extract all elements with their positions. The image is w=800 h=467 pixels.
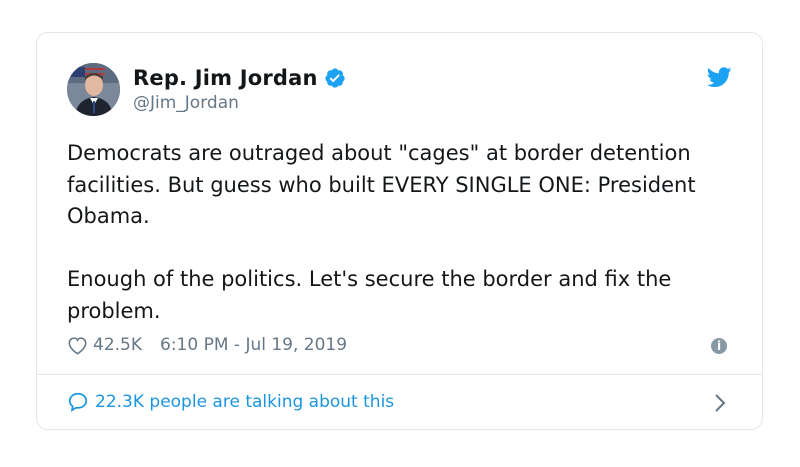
author-name-row: Rep. Jim Jordan <box>133 66 346 90</box>
avatar[interactable] <box>67 63 120 116</box>
talking-count-label[interactable]: 22.3K people are talking about this <box>95 392 394 412</box>
tweet-text: Democrats are outraged about "cages" at … <box>67 141 696 323</box>
author-display-name[interactable]: Rep. Jim Jordan <box>133 66 318 90</box>
verified-badge-icon <box>324 67 346 89</box>
divider <box>37 374 762 375</box>
chevron-right-icon[interactable] <box>714 393 726 413</box>
twitter-bird-icon[interactable] <box>707 67 732 88</box>
tweet-card: Rep. Jim Jordan @Jim_Jordan Democrats ar… <box>36 32 763 430</box>
like-count[interactable]: 42.5K <box>93 335 142 355</box>
conversation-link[interactable]: 22.3K people are talking about this <box>67 391 394 413</box>
speech-bubble-icon <box>68 392 88 413</box>
heart-icon[interactable] <box>67 336 88 355</box>
info-icon[interactable]: i <box>711 338 727 354</box>
tweet-meta: 42.5K 6:10 PM - Jul 19, 2019 <box>67 335 347 355</box>
author-handle[interactable]: @Jim_Jordan <box>133 93 239 113</box>
tweet-timestamp[interactable]: 6:10 PM - Jul 19, 2019 <box>160 335 347 355</box>
